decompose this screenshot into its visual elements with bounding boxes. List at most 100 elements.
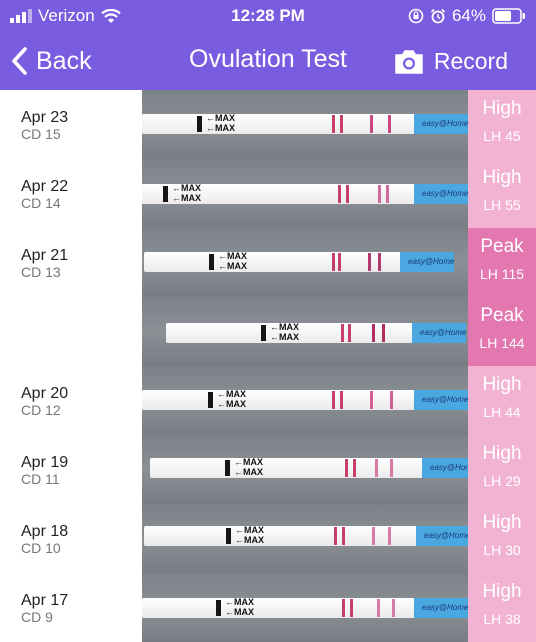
test-strip-photo: ←MAX←MAX easy@Home <box>142 435 468 504</box>
strip-test-line <box>370 391 373 409</box>
test-row[interactable]: Apr 22 CD 14 ←MAX ←MAX easy@Home High LH 55 <box>0 159 536 229</box>
strip-test-line <box>386 185 389 203</box>
date-cell: Apr 19 CD 11 <box>0 435 142 504</box>
strip-control-line <box>334 527 337 545</box>
back-button[interactable]: Back <box>10 42 92 80</box>
strip-max-label: ←MAX <box>225 607 254 617</box>
test-strip-photo: ←MAX←MAX easy@Home <box>142 504 468 573</box>
strip-test-line <box>392 599 395 617</box>
date-cell: Apr 18 CD 10 <box>0 504 142 573</box>
test-row[interactable]: Apr 19CD 11 ←MAX←MAX easy@Home High LH 29 <box>0 435 536 505</box>
result-badge: High LH 44 <box>468 366 536 435</box>
strip-max-label: ←MAX <box>234 457 263 467</box>
date-cell: Apr 20 CD 12 <box>0 366 142 435</box>
strip-test-line <box>388 527 391 545</box>
strip-max-label: ←MAX <box>172 183 201 193</box>
strip-control-line <box>340 391 343 409</box>
strip-brand-tip: easy@Home <box>412 323 466 343</box>
date-cell <box>0 297 142 366</box>
strip-control-line <box>350 599 353 617</box>
strip-brand-label: easy@Home <box>420 328 467 337</box>
strip-max-label: ←MAX <box>206 113 235 123</box>
row-cycle-day: CD 15 <box>21 126 61 142</box>
strip-max-label: ←MAX <box>235 535 264 545</box>
record-label: Record <box>433 47 508 74</box>
date-cell: Apr 17 CD 9 <box>0 573 142 642</box>
strip-brand-tip: easy@Home <box>414 598 468 618</box>
row-cycle-day: CD 13 <box>21 264 61 280</box>
test-strip: ←MAX←MAX easy@Home <box>166 323 466 343</box>
strip-control-line <box>353 459 356 477</box>
camera-icon <box>395 49 423 74</box>
strip-test-line <box>378 185 381 203</box>
result-lh-value: LH 44 <box>483 404 521 420</box>
result-lh-value: LH 45 <box>483 128 521 144</box>
strip-max-bar <box>208 392 213 408</box>
test-row[interactable]: ←MAX ←MAX easy@Home Peak LH 144 <box>0 297 536 367</box>
rotation-lock-icon <box>408 8 424 24</box>
strip-max-label: ←MAX <box>234 467 263 477</box>
strip-brand-label: easy@Home <box>422 119 468 128</box>
strip-max-label: ←MAX <box>218 261 247 271</box>
strip-brand-tip: easy@Home <box>400 252 454 272</box>
result-lh-value: LH 115 <box>479 266 525 282</box>
row-date: Apr 20 <box>21 385 69 402</box>
result-lh-value: LH 30 <box>483 542 521 558</box>
row-date: Apr 17 <box>21 592 69 609</box>
row-cycle-day: CD 12 <box>21 402 61 418</box>
strip-control-line <box>332 115 335 133</box>
strip-brand-label: easy@Home <box>408 257 455 266</box>
strip-max-bar <box>261 325 266 341</box>
strip-control-line <box>348 324 351 342</box>
test-row[interactable]: Apr 23 CD 15 ←MAX ←MAX easy@Home High LH 45 <box>0 90 536 160</box>
result-badge: Peak LH 115 <box>468 228 536 297</box>
strip-brand-tip: easy@Home <box>414 390 468 410</box>
strip-max-label: ←MAX <box>218 251 247 261</box>
strip-brand-label: easy@Home <box>424 531 468 540</box>
test-strip-photo: ←MAX←MAX easy@Home <box>142 228 468 297</box>
strip-max-bar <box>225 460 230 476</box>
strip-max-label: ←MAX <box>270 322 299 332</box>
result-badge: High LH 38 <box>468 573 536 642</box>
strip-control-line <box>338 185 341 203</box>
test-strip: ←MAX←MAX easy@Home <box>144 252 454 272</box>
test-strip-photo: ←MAX←MAX easy@Home <box>142 90 468 159</box>
strip-control-line <box>338 253 341 271</box>
test-strip: ←MAX←MAX easy@Home <box>142 598 468 618</box>
battery-percent: 64% <box>451 6 486 25</box>
strip-control-line <box>342 527 345 545</box>
record-button[interactable]: Record <box>394 42 508 80</box>
test-row[interactable]: Apr 17 CD 9 ←MAX ←MAX easy@Home High LH 38 <box>0 573 536 642</box>
date-cell: Apr 21 CD 13 <box>0 228 142 297</box>
result-lh-value: LH 144 <box>479 335 525 351</box>
strip-control-line <box>342 599 345 617</box>
strip-test-line <box>372 324 375 342</box>
strip-max-label: ←MAX <box>206 123 235 133</box>
strip-brand-tip: easy@Home <box>414 114 468 134</box>
result-level: High <box>482 512 522 533</box>
test-row[interactable]: Apr 18 CD 10 ←MAX ←MAX easy@Home High LH 30 <box>0 504 536 574</box>
row-cycle-day: CD 9 <box>21 609 53 625</box>
result-badge: High LH 29 <box>468 435 536 504</box>
status-right-group: 64% <box>408 6 526 26</box>
test-row[interactable]: Apr 21 CD 13 ←MAX ←MAX easy@Home Peak LH 115 <box>0 228 536 298</box>
strip-max-bar <box>226 528 231 544</box>
row-cycle-day: CD 10 <box>21 540 61 556</box>
result-level: High <box>482 581 522 602</box>
strip-brand-tip: easy@Home <box>416 526 468 546</box>
row-date: Apr 23 <box>21 109 69 126</box>
strip-test-line <box>370 115 373 133</box>
strip-test-line <box>375 459 378 477</box>
strip-control-line <box>341 324 344 342</box>
strip-max-bar <box>163 186 168 202</box>
strip-test-line <box>368 253 371 271</box>
result-badge: Peak LH 144 <box>468 297 536 366</box>
strip-brand-label: easy@Home <box>422 189 468 198</box>
date-cell: Apr 22 CD 14 <box>0 159 142 228</box>
strip-test-line <box>378 253 381 271</box>
strip-brand-tip: easy@Home <box>414 184 468 204</box>
row-cycle-day: CD 14 <box>21 195 61 211</box>
alarm-icon <box>430 8 446 24</box>
test-row[interactable]: Apr 20 CD 12 ←MAX ←MAX easy@Home High LH 44 <box>0 366 536 436</box>
strip-test-line <box>382 324 385 342</box>
